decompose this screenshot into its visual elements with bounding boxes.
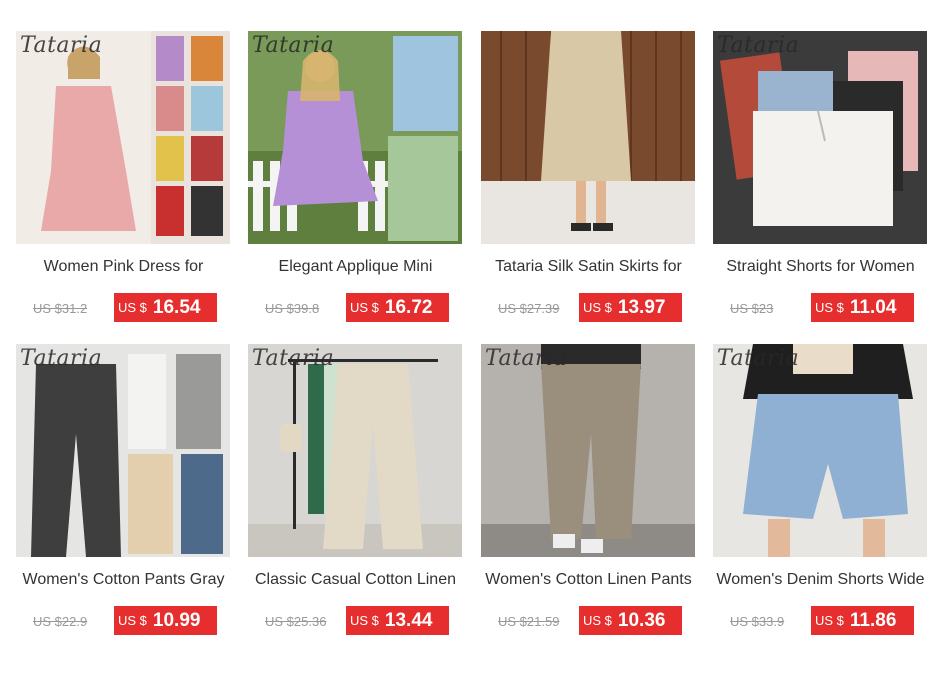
- brand-watermark: Tataria: [485, 346, 568, 371]
- sale-price: 10.99: [152, 609, 201, 631]
- product-title[interactable]: Elegant Applique Mini: [248, 258, 463, 276]
- sale-price-badge: US $ 11.86: [811, 606, 914, 635]
- sale-price-badge: US $ 10.36: [579, 606, 682, 635]
- original-price: US $31.2: [33, 301, 88, 316]
- product-title[interactable]: Women's Denim Shorts Wide: [713, 571, 928, 589]
- product-card[interactable]: Tataria Silk Satin Skirts for US $27.39 …: [481, 31, 696, 331]
- sale-price: 16.54: [152, 296, 201, 318]
- original-price: US $22.9: [33, 614, 88, 629]
- original-price: US $25.36: [265, 614, 327, 629]
- product-title[interactable]: Women's Cotton Pants Gray: [16, 571, 231, 589]
- product-title[interactable]: Women Pink Dress for: [16, 258, 231, 276]
- original-price: US $33.9: [730, 614, 785, 629]
- currency-label: US $: [118, 613, 147, 628]
- sale-price-badge: US $ 13.97: [579, 293, 682, 322]
- currency-label: US $: [583, 613, 612, 628]
- product-title[interactable]: Tataria Silk Satin Skirts for: [481, 258, 696, 276]
- currency-label: US $: [350, 613, 379, 628]
- original-price: US $23: [730, 301, 774, 316]
- sale-price: 11.86: [849, 609, 897, 631]
- product-grid: Tataria Women Pink Dress for US $31.2 US…: [0, 0, 943, 692]
- product-card[interactable]: Tataria Women's Cotton Linen Pants US $2…: [481, 344, 696, 644]
- brand-watermark: Tataria: [717, 33, 800, 58]
- cotton-pants-image[interactable]: Tataria: [16, 344, 230, 557]
- product-card[interactable]: Tataria Women's Denim Shorts Wide US $33…: [713, 344, 928, 644]
- product-title[interactable]: Classic Casual Cotton Linen: [248, 571, 463, 589]
- brand-watermark: Tataria: [252, 346, 335, 371]
- denim-shorts-image[interactable]: Tataria: [713, 344, 927, 557]
- sale-price-badge: US $ 16.72: [346, 293, 449, 322]
- product-card[interactable]: Tataria Women Pink Dress for US $31.2 US…: [16, 31, 231, 331]
- currency-label: US $: [815, 300, 844, 315]
- wide-leg-pants-image[interactable]: Tataria: [248, 344, 462, 557]
- currency-label: US $: [815, 613, 844, 628]
- pink-dress-image[interactable]: Tataria: [16, 31, 230, 244]
- product-title[interactable]: Straight Shorts for Women: [713, 258, 928, 276]
- product-card[interactable]: Tataria Elegant Applique Mini US $39.8 U…: [248, 31, 463, 331]
- product-card[interactable]: Tataria Women's Cotton Pants Gray US $22…: [16, 344, 231, 644]
- lilac-mini-dress-image[interactable]: Tataria: [248, 31, 462, 244]
- sale-price-badge: US $ 13.44: [346, 606, 449, 635]
- product-card[interactable]: Tataria Straight Shorts for Women US $23…: [713, 31, 928, 331]
- brand-watermark: Tataria: [20, 33, 103, 58]
- product-card[interactable]: Tataria Classic Casual Cotton Linen US $…: [248, 344, 463, 644]
- sale-price: 13.97: [617, 296, 666, 318]
- currency-label: US $: [583, 300, 612, 315]
- sale-price: 13.44: [384, 609, 433, 631]
- original-price: US $21.59: [498, 614, 560, 629]
- satin-skirt-image[interactable]: [481, 31, 695, 244]
- sale-price: 10.36: [617, 609, 666, 631]
- sale-price-badge: US $ 16.54: [114, 293, 217, 322]
- currency-label: US $: [118, 300, 147, 315]
- original-price: US $39.8: [265, 301, 320, 316]
- original-price: US $27.39: [498, 301, 560, 316]
- brand-watermark: Tataria: [717, 346, 800, 371]
- brand-watermark: Tataria: [20, 346, 103, 371]
- sale-price-badge: US $ 10.99: [114, 606, 217, 635]
- currency-label: US $: [350, 300, 379, 315]
- sale-price: 16.72: [384, 296, 433, 318]
- khaki-pants-image[interactable]: Tataria: [481, 344, 695, 557]
- linen-shorts-image[interactable]: Tataria: [713, 31, 927, 244]
- sale-price-badge: US $ 11.04: [811, 293, 914, 322]
- brand-watermark: Tataria: [252, 33, 335, 58]
- product-title[interactable]: Women's Cotton Linen Pants: [481, 571, 696, 589]
- sale-price: 11.04: [849, 296, 897, 318]
